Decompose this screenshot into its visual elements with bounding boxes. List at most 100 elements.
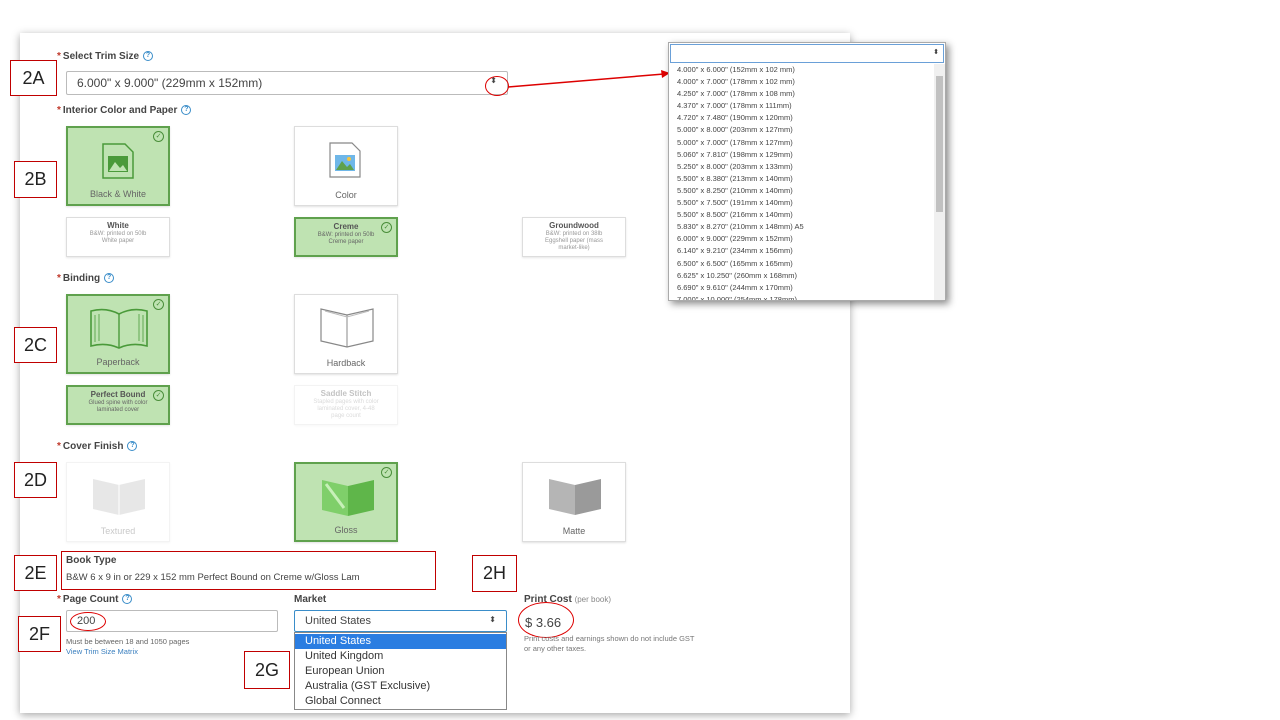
paper-groundwood-desc-3: market-like) [558, 245, 590, 251]
saddle-stitch-option: Saddle Stitch Stapled pages with color lam… [294, 385, 398, 425]
trim-dropdown-field[interactable]: ⬍ [670, 44, 944, 63]
book-type-label: Book Type [66, 555, 117, 566]
trim-option[interactable]: 4.000" x 6.000" (152mm x 102 mm) [669, 64, 933, 76]
hardback-label: Hardback [326, 358, 366, 368]
bw-option[interactable]: ✓ Black & White [66, 126, 170, 206]
trim-option[interactable]: 5.500" x 8.380" (213mm x 140mm) [669, 173, 933, 185]
paperback-option[interactable]: ✓ Paperback [66, 294, 170, 374]
page-count-highlight [70, 612, 106, 631]
market-dropdown: United States United Kingdom European Un… [294, 632, 507, 710]
paper-groundwood-desc-1: B&W: printed on 38lb [545, 231, 603, 237]
trim-arrow-highlight [485, 76, 509, 96]
trim-option[interactable]: 6.000" x 9.000" (229mm x 152mm) [669, 233, 933, 245]
annotation-2h: 2H [472, 555, 517, 592]
trim-size-select[interactable]: 6.000" x 9.000" (229mm x 152mm) ⬍ [66, 71, 508, 95]
gloss-option[interactable]: ✓ Gloss [294, 462, 398, 542]
help-icon[interactable]: ? [127, 441, 138, 452]
page-count-section-label: * Page Count? [57, 594, 133, 605]
print-cost-note: Print costs and earnings shown do not in… [524, 634, 695, 643]
paper-groundwood-title: Groundwood [549, 221, 599, 230]
help-icon[interactable]: ? [143, 51, 154, 62]
textured-book-icon [93, 479, 145, 515]
help-icon[interactable]: ? [104, 273, 115, 284]
annotation-2a: 2A [10, 60, 57, 96]
market-option[interactable]: Global Connect [295, 694, 506, 709]
trim-matrix-link[interactable]: View Trim Size Matrix [66, 647, 138, 656]
trim-option[interactable]: 5.500" x 8.250" (210mm x 140mm) [669, 185, 933, 197]
perfect-bound-desc-2: laminated cover [96, 407, 140, 413]
perfect-bound-option[interactable]: ✓ Perfect Bound Glued spine with color lami… [66, 385, 170, 425]
color-label: Color [335, 190, 357, 200]
market-option[interactable]: United Kingdom [295, 649, 506, 664]
paper-white-desc-2: White paper [101, 238, 135, 244]
saddle-stitch-desc-1: Stapled pages with color [313, 399, 379, 405]
saddle-stitch-desc-3: page count [331, 413, 361, 419]
trim-option[interactable]: 5.000" x 7.000" (178mm x 127mm) [669, 137, 933, 149]
trim-option[interactable]: 5.830" x 8.270" (210mm x 148mm) A5 [669, 221, 933, 233]
trim-option[interactable]: 6.625" x 10.250" (260mm x 168mm) [669, 270, 933, 282]
annotation-2b: 2B [14, 161, 57, 198]
callout-arrow [508, 70, 670, 88]
market-option[interactable]: United States [295, 634, 506, 649]
trim-option[interactable]: 6.140" x 9.210" (234mm x 156mm) [669, 245, 933, 257]
scrollbar-thumb[interactable] [936, 76, 943, 212]
scrollbar[interactable] [934, 64, 945, 300]
check-icon: ✓ [381, 467, 392, 478]
market-label: Market [294, 594, 327, 605]
binding-section-label: * Binding? [57, 273, 115, 284]
paper-creme-desc-2: Creme paper [328, 239, 364, 245]
help-icon[interactable]: ? [122, 594, 133, 605]
image-file-icon [329, 142, 361, 178]
trim-option[interactable]: 5.000" x 8.000" (203mm x 127mm) [669, 124, 933, 136]
trim-section-label: * Select Trim Size? [57, 51, 154, 62]
check-icon: ✓ [153, 131, 164, 142]
matte-label: Matte [562, 526, 586, 536]
trim-option[interactable]: 4.370" x 7.000" (178mm x 111mm) [669, 100, 933, 112]
book-type-value: B&W 6 x 9 in or 229 x 152 mm Perfect Bou… [66, 572, 360, 583]
paper-white-title: White [107, 221, 129, 230]
trim-option[interactable]: 4.250" x 7.000" (178mm x 108 mm) [669, 88, 933, 100]
matte-book-icon [549, 479, 601, 515]
help-icon[interactable]: ? [181, 105, 192, 116]
print-cost-highlight [518, 602, 574, 638]
perfect-bound-desc-1: Glued spine with color [88, 400, 148, 406]
bw-label: Black & White [89, 189, 147, 199]
annotation-2e: 2E [14, 555, 57, 591]
saddle-stitch-desc-2: laminated cover, 4-48 [317, 406, 375, 412]
paper-white-option[interactable]: White B&W: printed on 50lb White paper [66, 217, 170, 257]
paper-white-desc-1: B&W: printed on 50lb [89, 231, 147, 237]
annotation-2g: 2G [244, 651, 290, 689]
trim-option[interactable]: 5.500" x 8.500" (216mm x 140mm) [669, 209, 933, 221]
trim-size-dropdown: ⬍ 4.000" x 6.000" (152mm x 102 mm) 4.000"… [668, 42, 946, 301]
textured-option: Textured [66, 462, 170, 542]
trim-option[interactable]: 5.500" x 7.500" (191mm x 140mm) [669, 197, 933, 209]
color-option[interactable]: Color [294, 126, 398, 206]
trim-option[interactable]: 5.060" x 7.810" (198mm x 129mm) [669, 149, 933, 161]
print-cost-note-2: or any other taxes. [524, 644, 587, 653]
select-arrows-icon: ⬍ [933, 49, 939, 56]
market-option[interactable]: Australia (GST Exclusive) [295, 679, 506, 694]
open-book-icon [90, 308, 148, 349]
trim-option[interactable]: 6.690" x 9.610" (244mm x 170mm) [669, 282, 933, 294]
trim-option[interactable]: 6.500" x 6.500" (165mm x 165mm) [669, 258, 933, 270]
trim-option[interactable]: 4.720" x 7.480" (190mm x 120mm) [669, 112, 933, 124]
matte-option[interactable]: Matte [522, 462, 626, 542]
interior-section-label: * Interior Color and Paper? [57, 105, 192, 116]
hardback-option[interactable]: Hardback [294, 294, 398, 374]
book-type-box [61, 551, 436, 590]
textured-label: Textured [100, 526, 136, 536]
paperback-label: Paperback [96, 357, 140, 367]
trim-option[interactable]: 4.000" x 7.000" (178mm x 102 mm) [669, 76, 933, 88]
annotation-2f: 2F [18, 616, 61, 652]
paper-creme-option[interactable]: ✓ Creme B&W: printed on 50lb Creme paper [294, 217, 398, 257]
trim-option[interactable]: 7.000" x 10.000" (254mm x 178mm) [669, 294, 933, 300]
print-cost-per: (per book) [574, 595, 612, 604]
check-icon: ✓ [381, 222, 392, 233]
image-file-icon [102, 143, 134, 179]
market-select[interactable]: United States ⬍ [294, 610, 507, 632]
annotation-2d: 2D [14, 462, 57, 498]
gloss-label: Gloss [334, 525, 358, 535]
market-option[interactable]: European Union [295, 664, 506, 679]
paper-groundwood-option[interactable]: Groundwood B&W: printed on 38lb Eggshell p… [522, 217, 626, 257]
trim-option[interactable]: 5.250" x 8.000" (203mm x 133mm) [669, 161, 933, 173]
